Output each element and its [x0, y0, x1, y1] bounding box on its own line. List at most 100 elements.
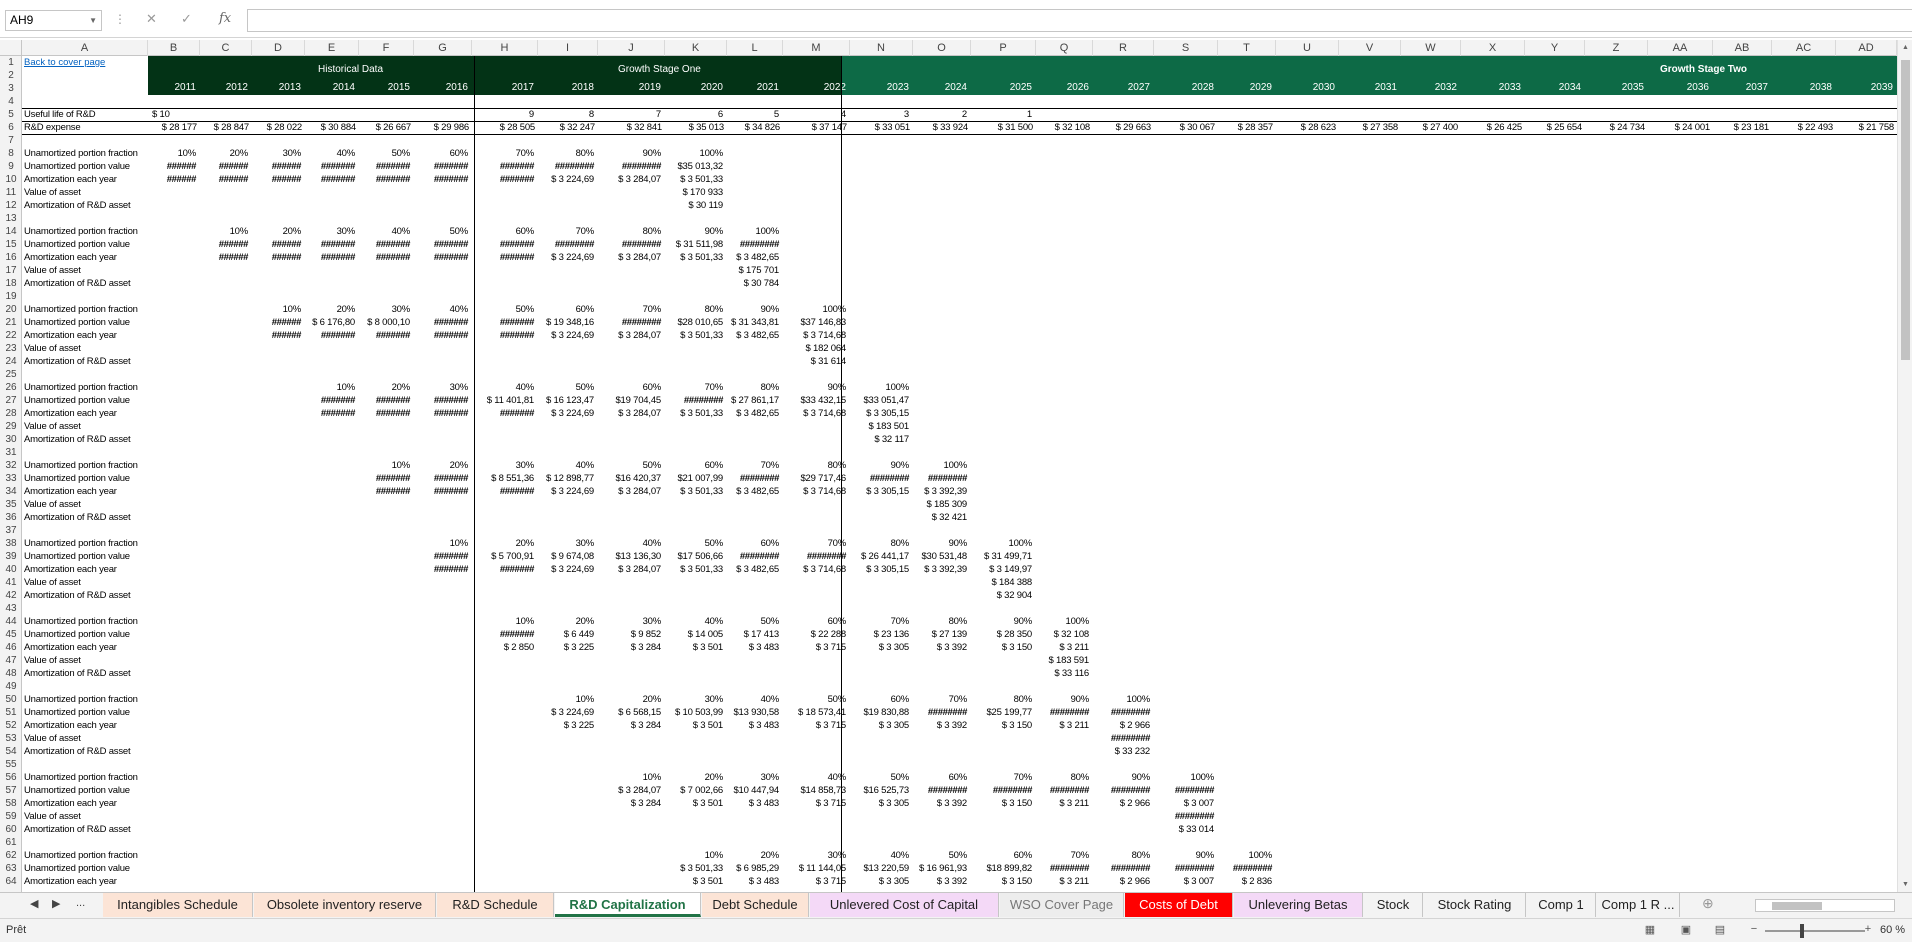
row-header[interactable]: 5 [0, 108, 21, 121]
sheet-tab[interactable]: Comp 1 [1527, 893, 1596, 917]
column-header-g[interactable]: G [414, 40, 472, 56]
column-header-j[interactable]: J [598, 40, 665, 56]
row-header[interactable]: 29 [0, 420, 21, 433]
row-header[interactable]: 14 [0, 225, 21, 238]
scroll-up-icon[interactable]: ▲ [1898, 44, 1912, 51]
column-header-n[interactable]: N [850, 40, 913, 56]
name-box[interactable]: AH9 ▼ [5, 10, 102, 31]
row-header[interactable]: 54 [0, 745, 21, 758]
sheet-tab[interactable]: Intangibles Schedule [103, 893, 253, 917]
row-header[interactable]: 35 [0, 498, 21, 511]
add-sheet-icon[interactable]: ⊕ [1702, 895, 1714, 912]
formula-input[interactable] [247, 9, 1912, 32]
row-header[interactable]: 31 [0, 446, 21, 459]
column-header-z[interactable]: Z [1585, 40, 1648, 56]
column-header-ad[interactable]: AD [1836, 40, 1897, 56]
column-header-aa[interactable]: AA [1648, 40, 1713, 56]
column-header-f[interactable]: F [359, 40, 414, 56]
row-header[interactable]: 20 [0, 303, 21, 316]
row-header[interactable]: 57 [0, 784, 21, 797]
row-header[interactable]: 19 [0, 290, 21, 303]
row-header[interactable]: 12 [0, 199, 21, 212]
column-header-ac[interactable]: AC [1772, 40, 1836, 56]
horizontal-scrollbar[interactable] [1755, 899, 1895, 912]
column-header-c[interactable]: C [200, 40, 252, 56]
row-header[interactable]: 25 [0, 368, 21, 381]
row-header[interactable]: 47 [0, 654, 21, 667]
column-header-r[interactable]: R [1093, 40, 1154, 56]
drag-handle-icon[interactable]: ⋮ [114, 12, 127, 26]
row-header[interactable]: 59 [0, 810, 21, 823]
tab-prev-icon[interactable]: ◀ [30, 897, 38, 910]
sheet-tab[interactable]: Unlevered Cost of Capital [810, 893, 999, 917]
row-header[interactable]: 43 [0, 602, 21, 615]
tab-next-icon[interactable]: ▶ [52, 897, 60, 910]
sheet-tab[interactable]: R&D Schedule [437, 893, 554, 917]
sheet-tab[interactable]: Unlevering Betas [1234, 893, 1363, 917]
row-header[interactable]: 56 [0, 771, 21, 784]
row-header[interactable]: 9 [0, 160, 21, 173]
row-header[interactable]: 62 [0, 849, 21, 862]
back-to-cover-link[interactable]: Back to cover page [24, 57, 105, 68]
row-header[interactable]: 6 [0, 121, 21, 134]
row-header[interactable]: 33 [0, 472, 21, 485]
column-header-ab[interactable]: AB [1713, 40, 1772, 56]
row-header[interactable]: 34 [0, 485, 21, 498]
row-header[interactable]: 32 [0, 459, 21, 472]
row-header[interactable]: 46 [0, 641, 21, 654]
row-header[interactable]: 41 [0, 576, 21, 589]
row-header[interactable]: 64 [0, 875, 21, 888]
row-header[interactable]: 2 [0, 69, 21, 82]
row-header[interactable]: 7 [0, 134, 21, 147]
row-header[interactable]: 16 [0, 251, 21, 264]
row-header[interactable]: 45 [0, 628, 21, 641]
column-header-y[interactable]: Y [1525, 40, 1585, 56]
column-header-a[interactable]: A [22, 40, 148, 56]
row-header[interactable]: 63 [0, 862, 21, 875]
cancel-icon[interactable]: ✕ [146, 11, 157, 27]
row-header[interactable]: 50 [0, 693, 21, 706]
tab-more-icon[interactable]: ... [76, 897, 85, 909]
zoom-in-icon[interactable]: + [1858, 923, 1878, 939]
worksheet-grid[interactable]: Historical Data Growth Stage One Growth … [22, 56, 1897, 892]
row-header[interactable]: 28 [0, 407, 21, 420]
row-header[interactable]: 18 [0, 277, 21, 290]
row-header[interactable]: 4 [0, 95, 21, 108]
row-header[interactable]: 44 [0, 615, 21, 628]
row-header[interactable]: 42 [0, 589, 21, 602]
sheet-tab[interactable]: Stock [1364, 893, 1423, 917]
row-header[interactable]: 30 [0, 433, 21, 446]
column-header-o[interactable]: O [913, 40, 971, 56]
column-header-h[interactable]: H [472, 40, 538, 56]
row-header[interactable]: 26 [0, 381, 21, 394]
row-header[interactable]: 52 [0, 719, 21, 732]
row-header[interactable]: 51 [0, 706, 21, 719]
chevron-down-icon[interactable]: ▼ [89, 11, 97, 30]
row-header[interactable]: 23 [0, 342, 21, 355]
select-all-corner[interactable] [0, 40, 22, 56]
row-header[interactable]: 61 [0, 836, 21, 849]
scroll-thumb[interactable] [1901, 60, 1910, 360]
column-header-v[interactable]: V [1339, 40, 1401, 56]
sheet-tab[interactable]: Costs of Debt [1125, 893, 1233, 917]
row-header[interactable]: 21 [0, 316, 21, 329]
row-header[interactable]: 49 [0, 680, 21, 693]
normal-view-icon[interactable]: ▦ [1640, 923, 1660, 939]
column-header-l[interactable]: L [727, 40, 783, 56]
row-header[interactable]: 13 [0, 212, 21, 225]
column-header-b[interactable]: B [148, 40, 200, 56]
row-header[interactable]: 36 [0, 511, 21, 524]
column-header-e[interactable]: E [305, 40, 359, 56]
column-header-q[interactable]: Q [1036, 40, 1093, 56]
row-header[interactable]: 24 [0, 355, 21, 368]
row-header[interactable]: 22 [0, 329, 21, 342]
row-header[interactable]: 37 [0, 524, 21, 537]
zoom-knob[interactable] [1800, 924, 1804, 938]
row-header[interactable]: 11 [0, 186, 21, 199]
scroll-thumb[interactable] [1772, 902, 1822, 910]
row-header[interactable]: 55 [0, 758, 21, 771]
row-header[interactable]: 3 [0, 82, 21, 95]
page-layout-icon[interactable]: ▣ [1676, 923, 1696, 939]
zoom-level[interactable]: 60 % [1880, 924, 1905, 936]
column-header-w[interactable]: W [1401, 40, 1461, 56]
